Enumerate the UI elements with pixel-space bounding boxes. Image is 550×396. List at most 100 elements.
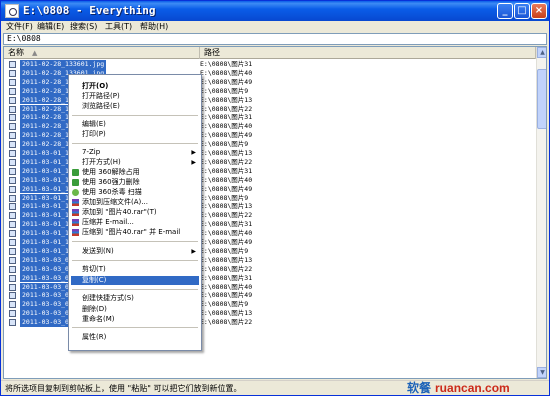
jpg-file-icon <box>9 319 16 327</box>
context-menu-item-360-scan[interactable]: 使用 360杀毒 扫描 <box>71 188 199 197</box>
file-path: E:\0808\图片49 <box>200 291 253 300</box>
jpg-file-icon <box>9 301 16 309</box>
scroll-up-button[interactable]: ▲ <box>537 47 546 58</box>
context-menu-label: 创建快捷方式(S) <box>82 294 134 302</box>
context-menu-label: 浏览路径(E) <box>82 102 120 110</box>
file-path: E:\0808\图片9 <box>200 300 249 309</box>
maximize-button[interactable]: □ <box>514 3 530 19</box>
file-path: E:\0808\图片40 <box>200 122 253 131</box>
jpg-file-icon <box>9 96 16 104</box>
file-path: E:\0808\图片40 <box>200 175 253 184</box>
table-row[interactable]: 2011-02-28_133601.jpg E:\0808\图片31 <box>4 60 536 69</box>
jpg-file-icon <box>9 132 16 140</box>
file-path: E:\0808\图片31 <box>200 113 253 122</box>
file-path: E:\0808\图片31 <box>200 220 253 229</box>
context-menu-item-print[interactable]: 打印(P) <box>71 130 199 139</box>
file-path: E:\0808\图片13 <box>200 202 253 211</box>
context-menu-item-open-with[interactable]: 打开方式(H) ▶ <box>71 158 199 167</box>
submenu-arrow-icon: ▶ <box>191 159 196 166</box>
menu-help[interactable]: 帮助(H) <box>138 21 170 33</box>
minimize-button[interactable]: _ <box>497 3 513 19</box>
column-header-path[interactable]: 路径 <box>200 47 536 59</box>
context-menu-item-open-path[interactable]: 打开路径(P) <box>71 92 199 101</box>
context-menu-item-add-to-archive[interactable]: 添加到压缩文件(A)... <box>71 198 199 207</box>
context-menu-item-browse-path[interactable]: 浏览路径(E) <box>71 102 199 111</box>
context-menu-item-compress-rar-email[interactable]: 压缩到 "图片40.rar" 并 E-mail <box>71 228 199 237</box>
context-menu-label: 剪切(T) <box>82 265 106 273</box>
status-bar: 将所选项目复制到剪帖板上，使用 "粘贴" 可以把它们放到新位置。 软餐 ruanc… <box>1 380 549 395</box>
list-header: 名称 ▲ 路径 <box>4 47 536 59</box>
app-window: E:\0808 - Everything _ □ × 文件(F) 编辑(E) 搜… <box>0 0 550 396</box>
context-menu-item-7zip[interactable]: 7-Zip ▶ <box>71 148 199 157</box>
vertical-scrollbar[interactable]: ▲ ▼ <box>536 47 546 378</box>
menu-edit[interactable]: 编辑(E) <box>35 21 66 33</box>
context-menu-label: 重命名(M) <box>82 315 115 323</box>
file-path: E:\0808\图片31 <box>200 60 253 68</box>
file-path: E:\0808\图片22 <box>200 157 253 166</box>
jpg-file-icon <box>9 292 16 300</box>
file-path: E:\0808\图片13 <box>200 95 253 104</box>
jpg-file-icon <box>9 265 16 273</box>
file-path: E:\0808\图片22 <box>200 264 253 273</box>
context-menu-item-add-to-rar[interactable]: 添加到 "图片40.rar"(T) <box>71 208 199 217</box>
file-path: E:\0808\图片31 <box>200 166 253 175</box>
context-menu-label: 压缩到 "图片40.rar" 并 E-mail <box>82 228 181 236</box>
360-shield-icon <box>72 179 79 186</box>
jpg-file-icon <box>9 283 16 291</box>
scroll-thumb[interactable] <box>537 69 546 129</box>
context-menu-label: 压缩并 E-mail... <box>82 218 134 226</box>
jpg-file-icon <box>9 310 16 318</box>
winrar-icon <box>72 219 79 226</box>
context-menu-item-create-shortcut[interactable]: 创建快捷方式(S) <box>71 294 199 303</box>
context-menu-label: 打开路径(P) <box>82 92 120 100</box>
context-menu-item-properties[interactable]: 属性(R) <box>71 333 199 342</box>
context-menu-item-rename[interactable]: 重命名(M) <box>71 315 199 324</box>
context-menu-label: 打开方式(H) <box>82 158 121 166</box>
context-menu-item-send-to[interactable]: 发送到(N) ▶ <box>71 247 199 256</box>
context-menu-label: 使用 360强力删除 <box>82 178 140 186</box>
winrar-icon <box>72 229 79 236</box>
sort-ascending-icon: ▲ <box>32 49 38 57</box>
jpg-file-icon <box>9 87 16 95</box>
column-header-path-label: 路径 <box>204 48 220 57</box>
context-menu-item-delete[interactable]: 删除(D) <box>71 305 199 314</box>
status-text: 将所选项目复制到剪帖板上，使用 "粘贴" 可以把它们放到新位置。 <box>5 384 242 393</box>
menu-search[interactable]: 搜索(S) <box>68 21 99 33</box>
menu-bar: 文件(F) 编辑(E) 搜索(S) 工具(T) 帮助(H) <box>1 21 549 33</box>
file-path: E:\0808\图片9 <box>200 86 249 95</box>
submenu-arrow-icon: ▶ <box>191 149 196 156</box>
close-button[interactable]: × <box>531 3 547 19</box>
title-bar[interactable]: E:\0808 - Everything _ □ × <box>1 1 549 21</box>
context-menu-item-open[interactable]: 打开(O) <box>71 82 199 91</box>
context-menu-label: 使用 360杀毒 扫描 <box>82 188 142 196</box>
menu-file[interactable]: 文件(F) <box>4 21 35 33</box>
menu-tools[interactable]: 工具(T) <box>103 21 134 33</box>
column-header-name[interactable]: 名称 ▲ <box>4 47 200 59</box>
file-path: E:\0808\图片13 <box>200 309 253 318</box>
search-input[interactable]: E:\0808 <box>3 33 547 45</box>
context-menu-item-cut[interactable]: 剪切(T) <box>71 265 199 274</box>
context-menu: 打开(O) 打开路径(P) 浏览路径(E) 编辑(E) 打印(P) 7-Zip ▶ 打开方式(… <box>68 74 202 351</box>
winrar-icon <box>72 199 79 206</box>
scroll-down-button[interactable]: ▼ <box>537 367 546 378</box>
file-path: E:\0808\图片49 <box>200 77 253 86</box>
context-menu-item-compress-email[interactable]: 压缩并 E-mail... <box>71 218 199 227</box>
context-menu-item-360-shred[interactable]: 使用 360强力删除 <box>71 178 199 187</box>
360-shield-icon <box>72 189 79 196</box>
everything-app-icon <box>5 4 19 18</box>
file-name-cell[interactable]: 2011-02-28_133601.jpg <box>6 60 200 69</box>
file-path: E:\0808\图片13 <box>200 255 253 264</box>
context-menu-item-edit[interactable]: 编辑(E) <box>71 120 199 129</box>
jpg-file-icon <box>9 274 16 282</box>
context-menu-label: 复制(C) <box>82 276 107 284</box>
file-path: E:\0808\图片49 <box>200 131 253 140</box>
jpg-file-icon <box>9 78 16 86</box>
jpg-file-icon <box>9 203 16 211</box>
context-menu-item-360-unlock[interactable]: 使用 360解除占用 <box>71 168 199 177</box>
file-path: E:\0808\图片40 <box>200 229 253 238</box>
watermark-logo: 软餐 ruancan.com <box>407 381 510 396</box>
jpg-file-icon <box>9 221 16 229</box>
file-path: E:\0808\图片13 <box>200 149 253 157</box>
jpg-file-icon <box>9 176 16 184</box>
context-menu-item-copy[interactable]: 复制(C) <box>71 276 199 285</box>
